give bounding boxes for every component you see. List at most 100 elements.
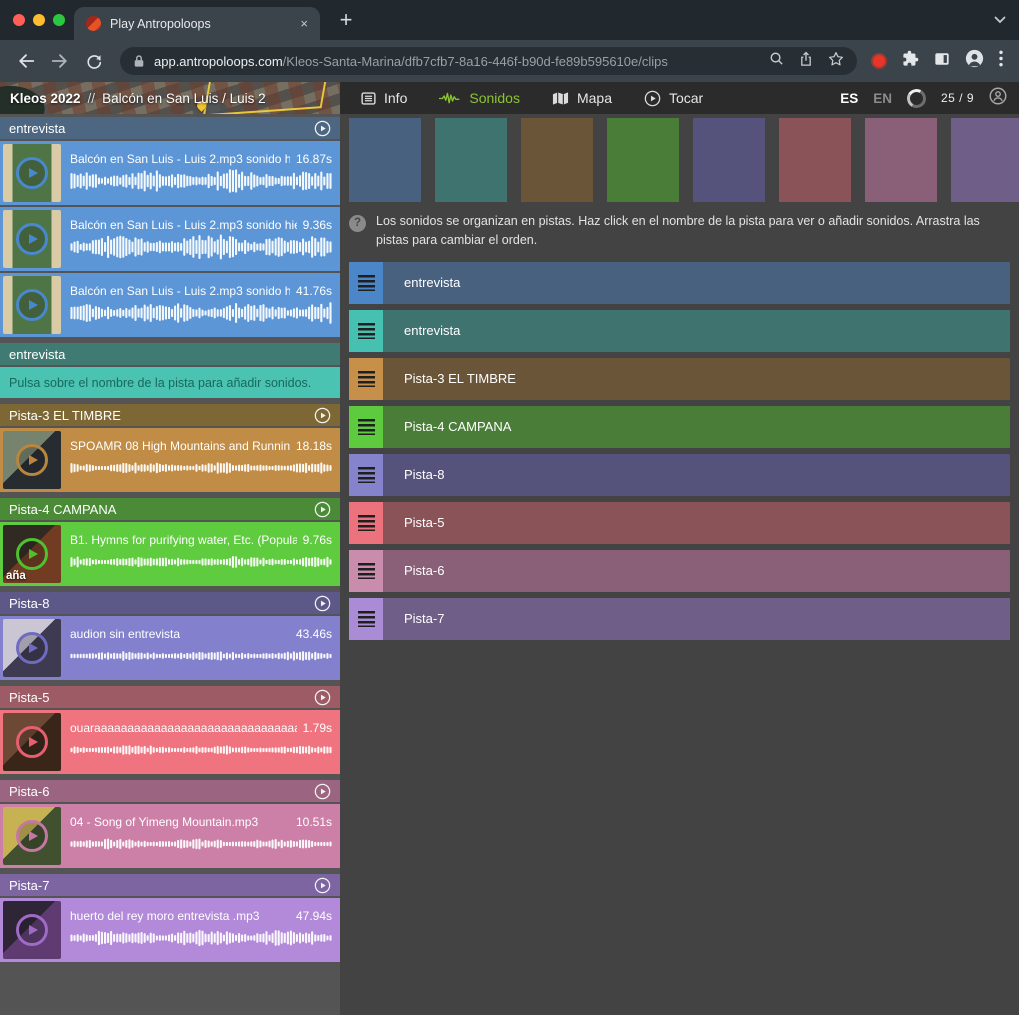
close-tab-icon[interactable]: × xyxy=(300,16,308,31)
extensions-puzzle-icon[interactable] xyxy=(902,50,919,72)
minimap-swatch-entrevista-0[interactable] xyxy=(349,118,421,202)
clip-play-button[interactable] xyxy=(16,223,48,255)
track-play-button[interactable] xyxy=(314,407,331,424)
browser-menu-kebab-icon[interactable] xyxy=(999,50,1003,72)
drag-handle[interactable] xyxy=(349,310,383,352)
track-header[interactable]: entrevista xyxy=(0,117,340,139)
forward-button[interactable] xyxy=(44,45,76,77)
track-row-bar[interactable]: Pista-7 xyxy=(383,598,1010,640)
track-row-bar[interactable]: Pista-4 CAMPANA xyxy=(383,406,1010,448)
track-row-bar[interactable]: entrevista xyxy=(383,262,1010,304)
clip-play-button[interactable] xyxy=(16,726,48,758)
fullscreen-window-button[interactable] xyxy=(53,14,65,26)
track-header[interactable]: Pista-3 EL TIMBRE xyxy=(0,404,340,426)
url-bar[interactable]: app.antropoloops.com/Kleos-Santa-Marina/… xyxy=(120,47,857,75)
track-play-button[interactable] xyxy=(314,689,331,706)
minimap-swatch-pista-3-el-timbre-2[interactable] xyxy=(521,118,593,202)
clip-play-button[interactable] xyxy=(16,914,48,946)
tab-mapa[interactable]: Mapa xyxy=(552,90,612,106)
clip-thumbnail[interactable] xyxy=(3,276,61,334)
play-triangle-icon xyxy=(29,831,38,841)
drag-handle[interactable] xyxy=(349,262,383,304)
drag-handle[interactable] xyxy=(349,550,383,592)
track-row-bar[interactable]: Pista-8 xyxy=(383,454,1010,496)
track-header[interactable]: Pista-8 xyxy=(0,592,340,614)
track-row-bar[interactable]: Pista-5 xyxy=(383,502,1010,544)
track-row-bar[interactable]: Pista-6 xyxy=(383,550,1010,592)
drag-handle[interactable] xyxy=(349,358,383,400)
tab-info[interactable]: Info xyxy=(361,90,407,106)
minimap-swatch-pista-6-6[interactable] xyxy=(865,118,937,202)
track-row-bar[interactable]: Pista-3 EL TIMBRE xyxy=(383,358,1010,400)
reload-button[interactable] xyxy=(78,45,110,77)
zoom-page-icon[interactable] xyxy=(769,51,784,71)
clip[interactable]: SPOAMR 08 High Mountains and Running ...… xyxy=(0,428,340,492)
clip-play-button[interactable] xyxy=(16,157,48,189)
minimap-swatch-pista-5-5[interactable] xyxy=(779,118,851,202)
drag-handle[interactable] xyxy=(349,598,383,640)
clip[interactable]: Balcón en San Luis - Luis 2.mp3 sonido h… xyxy=(0,207,340,271)
new-tab-button[interactable]: + xyxy=(332,6,360,34)
clip-thumbnail[interactable] xyxy=(3,431,61,489)
minimap-swatch-pista-7-7[interactable] xyxy=(951,118,1019,202)
clip-play-button[interactable] xyxy=(16,444,48,476)
recording-indicator-icon[interactable] xyxy=(871,53,887,69)
minimap-swatch-pista-4-campana-3[interactable] xyxy=(607,118,679,202)
minimap-swatch-pista-8-4[interactable] xyxy=(693,118,765,202)
close-window-button[interactable] xyxy=(13,14,25,26)
clip[interactable]: 04 - Song of Yimeng Mountain.mp310.51s xyxy=(0,804,340,868)
clip-thumbnail[interactable] xyxy=(3,619,61,677)
track-header[interactable]: entrevista xyxy=(0,343,340,365)
clip-thumbnail[interactable] xyxy=(3,144,61,202)
tab-sonidos[interactable]: Sonidos xyxy=(439,90,520,106)
track-header[interactable]: Pista-7 xyxy=(0,874,340,896)
clip-thumbnail[interactable] xyxy=(3,210,61,268)
tab-list-chevron-icon[interactable] xyxy=(994,16,1006,24)
clip-thumbnail[interactable] xyxy=(3,901,61,959)
clip[interactable]: ouaraaaaaaaaaaaaaaaaaaaaaaaaaaaaaaaaaaa.… xyxy=(0,710,340,774)
clip[interactable]: aña B1. Hymns for purifying water, Etc. (… xyxy=(0,522,340,586)
track-header[interactable]: Pista-4 CAMPANA xyxy=(0,498,340,520)
clip-title: B1. Hymns for purifying water, Etc. (Pop… xyxy=(70,533,297,547)
track-row-bar[interactable]: entrevista xyxy=(383,310,1010,352)
sidebar-track-pista-6-6: Pista-604 - Song of Yimeng Mountain.mp31… xyxy=(0,780,340,868)
tab-tocar[interactable]: Tocar xyxy=(644,90,703,107)
bookmark-star-icon[interactable] xyxy=(828,51,844,72)
profile-avatar[interactable] xyxy=(965,49,984,73)
track-header[interactable]: Pista-6 xyxy=(0,780,340,802)
clip-thumbnail[interactable] xyxy=(3,807,61,865)
track-play-button[interactable] xyxy=(314,877,331,894)
side-panel-icon[interactable] xyxy=(934,51,950,72)
drag-handle[interactable] xyxy=(349,454,383,496)
clip-thumbnail[interactable] xyxy=(3,713,61,771)
track-play-button[interactable] xyxy=(314,595,331,612)
minimize-window-button[interactable] xyxy=(33,14,45,26)
track-header[interactable]: Pista-5 xyxy=(0,686,340,708)
track-play-button[interactable] xyxy=(314,501,331,518)
drag-handle[interactable] xyxy=(349,502,383,544)
clip[interactable]: Balcón en San Luis - Luis 2.mp3 sonido h… xyxy=(0,141,340,205)
clip[interactable]: huerto del rey moro entrevista .mp347.94… xyxy=(0,898,340,962)
clip-waveform xyxy=(70,831,332,857)
clip-play-button[interactable] xyxy=(16,289,48,321)
track-play-button[interactable] xyxy=(314,120,331,137)
minimap-swatch-entrevista-1[interactable] xyxy=(435,118,507,202)
clip-play-button[interactable] xyxy=(16,632,48,664)
lang-en-button[interactable]: EN xyxy=(873,91,892,106)
clip-thumbnail[interactable]: aña xyxy=(3,525,61,583)
clip-body: Balcón en San Luis - Luis 2.mp3 sonido h… xyxy=(70,218,332,260)
project-name[interactable]: Kleos 2022 xyxy=(10,91,81,106)
track-play-button[interactable] xyxy=(314,783,331,800)
drag-handle[interactable] xyxy=(349,406,383,448)
lang-es-button[interactable]: ES xyxy=(840,91,858,106)
clip-play-button[interactable] xyxy=(16,820,48,852)
clip-play-button[interactable] xyxy=(16,538,48,570)
back-button[interactable] xyxy=(10,45,42,77)
clip[interactable]: audion sin entrevista43.46s xyxy=(0,616,340,680)
browser-tab[interactable]: Play Antropoloops × xyxy=(74,7,320,40)
clip-waveform xyxy=(70,925,332,951)
clip[interactable]: Balcón en San Luis - Luis 2.mp3 sonido h… xyxy=(0,273,340,337)
share-icon[interactable] xyxy=(799,51,813,72)
account-icon[interactable] xyxy=(989,87,1007,110)
track-row-label: Pista-5 xyxy=(404,515,444,530)
